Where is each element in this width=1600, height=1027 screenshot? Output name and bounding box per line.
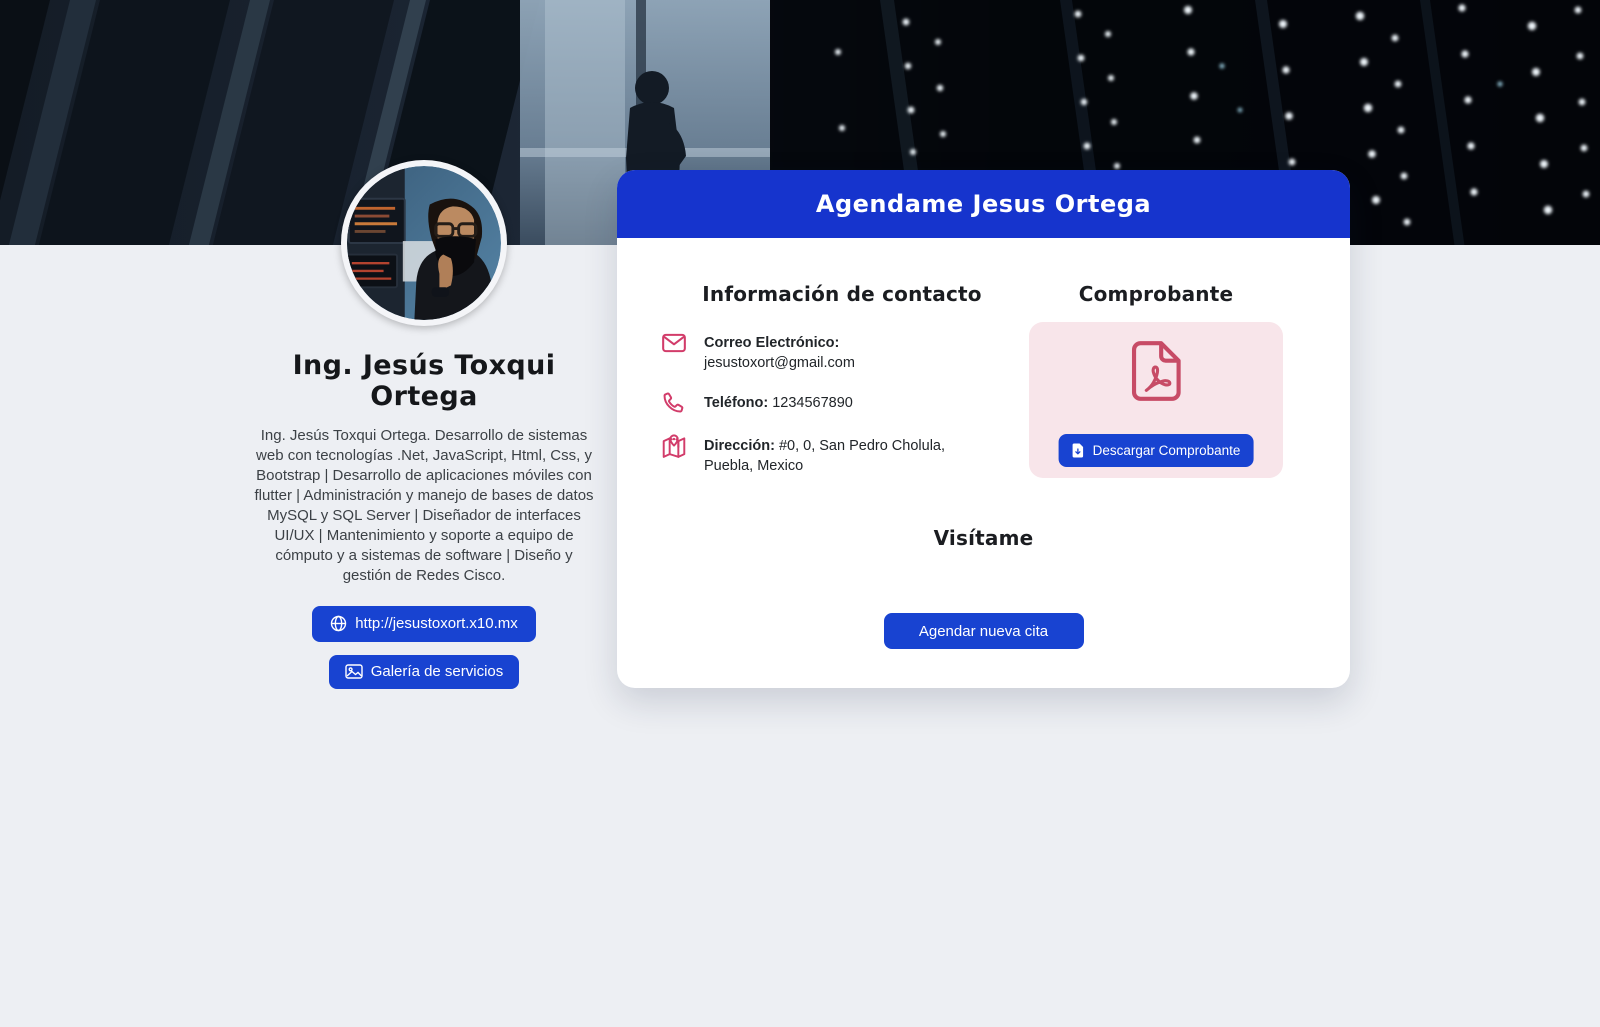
contact-row-email: Correo Electrónico: jesustoxort@gmail.co…	[661, 330, 991, 373]
card-title: Agendame Jesus Ortega	[816, 190, 1151, 218]
card-header: Agendame Jesus Ortega	[617, 170, 1350, 238]
contact-label: Correo Electrónico:	[704, 335, 839, 351]
appointment-card: Agendame Jesus Ortega Información de con…	[617, 170, 1350, 688]
avatar-illustration	[347, 166, 501, 320]
gallery-icon	[345, 664, 363, 679]
profile-bio: Ing. Jesús Toxqui Ortega. Desarrollo de …	[250, 426, 598, 586]
download-voucher-label: Descargar Comprobante	[1093, 443, 1241, 458]
gallery-button[interactable]: Galería de servicios	[329, 655, 520, 689]
envelope-icon	[661, 330, 687, 356]
file-download-icon	[1072, 443, 1085, 458]
contact-value: 1234567890	[772, 395, 853, 411]
voucher-heading: Comprobante	[1029, 282, 1283, 306]
contact-info-list: Correo Electrónico: jesustoxort@gmail.co…	[661, 330, 991, 493]
contact-value: jesustoxort@gmail.com	[704, 355, 855, 371]
profile-name: Ing. Jesús Toxqui Ortega	[244, 350, 604, 412]
download-voucher-button[interactable]: Descargar Comprobante	[1059, 434, 1254, 467]
globe-icon	[330, 615, 347, 632]
contact-row-phone: Teléfono: 1234567890	[661, 390, 991, 416]
schedule-appointment-button[interactable]: Agendar nueva cita	[884, 613, 1084, 649]
gallery-button-label: Galería de servicios	[371, 663, 504, 680]
contact-row-address: Dirección: #0, 0, San Pedro Cholula, Pue…	[661, 433, 991, 476]
map-icon	[661, 433, 687, 459]
website-button-label: http://jesustoxort.x10.mx	[355, 615, 518, 632]
avatar-photo	[347, 166, 501, 320]
contact-heading: Información de contacto	[659, 282, 1025, 306]
schedule-appointment-label: Agendar nueva cita	[919, 623, 1048, 640]
visit-heading: Visítame	[617, 526, 1350, 550]
avatar	[341, 160, 507, 326]
phone-icon	[661, 390, 687, 416]
contact-label: Dirección:	[704, 438, 775, 454]
website-button[interactable]: http://jesustoxort.x10.mx	[312, 606, 536, 642]
profile-column: Ing. Jesús Toxqui Ortega Ing. Jesús Toxq…	[244, 160, 604, 689]
contact-label: Teléfono:	[704, 395, 768, 411]
voucher-box: Descargar Comprobante	[1029, 322, 1283, 478]
pdf-file-icon	[1130, 340, 1182, 407]
